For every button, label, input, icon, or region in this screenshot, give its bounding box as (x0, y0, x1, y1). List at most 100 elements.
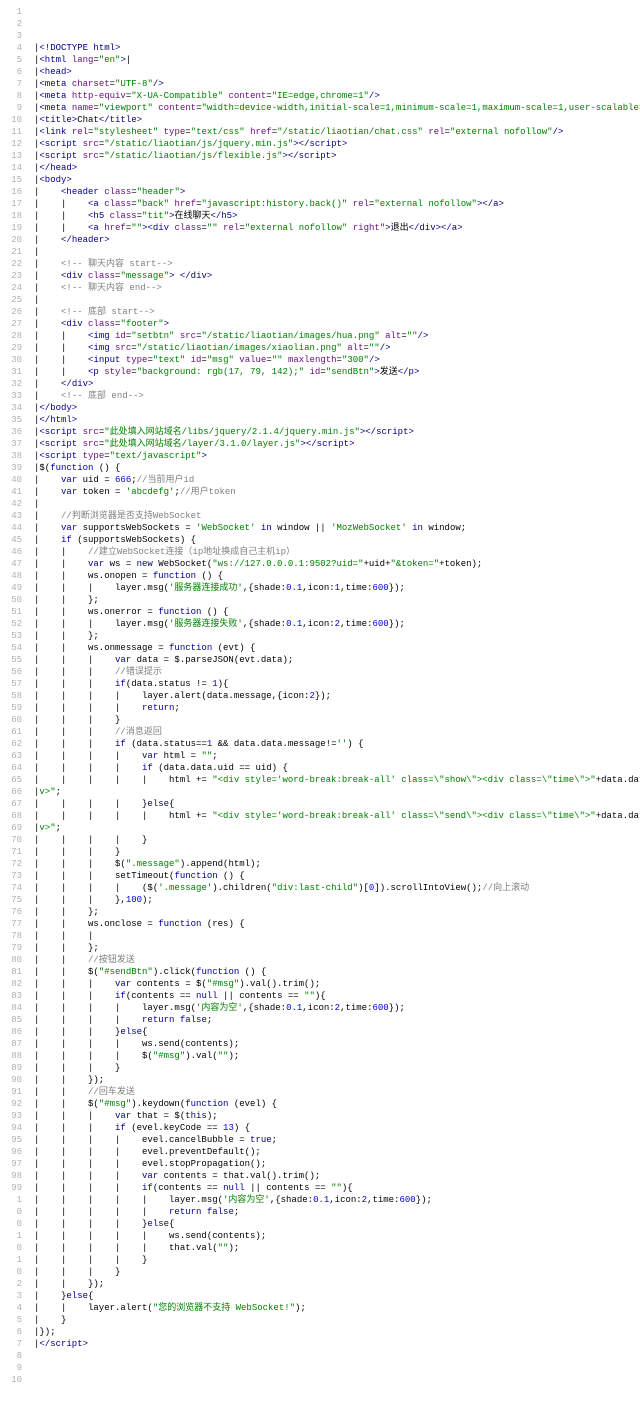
code-line: 21| (0, 246, 640, 258)
line-number: 23 (0, 270, 34, 282)
code-line: 64| | | | if (data.data.uid == uid) { (0, 762, 640, 774)
line-number: 86 (0, 1026, 34, 1038)
code-line: 99| | | | if(contents == null || content… (0, 1182, 640, 1194)
code-line: 55| | | var data = $.parseJSON(evt.data)… (0, 654, 640, 666)
code-text: | <div class="message"> </div> (34, 271, 212, 281)
line-number: 0 (0, 1266, 34, 1278)
line-number: 39 (0, 462, 34, 474)
line-number: 63 (0, 750, 34, 762)
code-line: 70| | | | } (0, 834, 640, 846)
line-number: 16 (0, 186, 34, 198)
code-line: 49| | | layer.msg('服务器连接成功',{shade:0.1,i… (0, 582, 640, 594)
line-number: 94 (0, 1122, 34, 1134)
line-number: 84 (0, 1002, 34, 1014)
code-line: 9 (0, 1362, 640, 1374)
code-text: | | //建立WebSocket连接（ip地址换成自己主机ip） (34, 547, 295, 557)
code-text: | | | } (34, 715, 120, 725)
code-text: | | | | var html = ""; (34, 751, 218, 761)
line-number: 81 (0, 966, 34, 978)
code-text: |</script> (34, 1339, 88, 1349)
code-line: 40| var uid = 666;//当前用户id (0, 474, 640, 486)
code-text: | | | | if (data.data.uid == uid) { (34, 763, 288, 773)
line-number: 80 (0, 954, 34, 966)
line-number: 68 (0, 810, 34, 822)
code-line: 39|$(function () { (0, 462, 640, 474)
line-number: 3 (0, 1290, 34, 1302)
code-line: 63| | | | var html = ""; (0, 750, 640, 762)
line-number: 3 (0, 30, 34, 42)
code-line: 74| | | | ($('.message').children("div:l… (0, 882, 640, 894)
line-number: 50 (0, 594, 34, 606)
code-text: | | | | evel.stopPropagation(); (34, 1159, 266, 1169)
line-number: 7 (0, 1338, 34, 1350)
line-number: 1 (0, 1230, 34, 1242)
code-line: 3| }else{ (0, 1290, 640, 1302)
code-line: 35|</html> (0, 414, 640, 426)
code-line: 53| | }; (0, 630, 640, 642)
code-line: 1| | | | | layer.msg('内容为空',{shade:0.1,i… (0, 1194, 640, 1206)
code-line: 84| | | | layer.msg('内容为空',{shade:0.1,ic… (0, 1002, 640, 1014)
code-line: 4| | layer.alert("您的浏览器不支持 WebSocket!"); (0, 1302, 640, 1314)
line-number: 53 (0, 630, 34, 642)
code-text: | var uid = 666;//当前用户id (34, 475, 194, 485)
line-number: 40 (0, 474, 34, 486)
code-text: | | | } (34, 847, 120, 857)
line-number: 98 (0, 1170, 34, 1182)
code-line: 51| | ws.onerror = function () { (0, 606, 640, 618)
line-number: 69 (0, 822, 34, 834)
line-number: 19 (0, 222, 34, 234)
code-text: |<meta name="viewport" content="width=de… (34, 103, 640, 113)
code-line: 41| var token = 'abcdefg';//用户token (0, 486, 640, 498)
code-text: | | ws.onclose = function (res) { (34, 919, 245, 929)
code-text: |<script src="/static/liaotian/js/flexib… (34, 151, 336, 161)
code-line: 43| //判断浏览器是否支持WebSocket (0, 510, 640, 522)
line-number: 1 (0, 1254, 34, 1266)
line-number: 77 (0, 918, 34, 930)
line-number: 2 (0, 1278, 34, 1290)
line-number: 57 (0, 678, 34, 690)
code-line: 65| | | | | html += "<div style='word-br… (0, 774, 640, 786)
code-line: 26| <!-- 底部 start--> (0, 306, 640, 318)
code-line: 72| | | $(".message").append(html); (0, 858, 640, 870)
code-text: | | }); (34, 1075, 104, 1085)
code-text: | | | },100); (34, 895, 153, 905)
line-number: 73 (0, 870, 34, 882)
code-line: 78| | | (0, 930, 640, 942)
code-text: |</body> (34, 403, 77, 413)
code-line: 60| | | } (0, 714, 640, 726)
line-number: 4 (0, 42, 34, 54)
code-text: | | | $(".message").append(html); (34, 859, 261, 869)
line-number: 29 (0, 342, 34, 354)
code-line: 42| (0, 498, 640, 510)
code-text: | | }); (34, 1279, 104, 1289)
code-line: 0| | | | | return false; (0, 1206, 640, 1218)
code-line: 12|<script src="/static/liaotian/js/jque… (0, 138, 640, 150)
line-number: 15 (0, 174, 34, 186)
code-text: |<script src="/static/liaotian/js/jquery… (34, 139, 347, 149)
code-text: | | | | | html += "<div style='word-brea… (34, 811, 640, 821)
code-text: | | | | } (34, 1255, 147, 1265)
code-line: 48| | ws.onopen = function () { (0, 570, 640, 582)
code-line: 73| | | setTimeout(function () { (0, 870, 640, 882)
code-line: 15|<body> (0, 174, 640, 186)
code-text: | | | if(data.status != 1){ (34, 679, 228, 689)
line-number: 49 (0, 582, 34, 594)
code-text: |<script src="此处填入网站域名/layer/3.1.0/layer… (34, 439, 354, 449)
code-line: 1| | | | | ws.send(contents); (0, 1230, 640, 1242)
line-number: 24 (0, 282, 34, 294)
code-text: |<meta charset="UTF-8"/> (34, 79, 164, 89)
code-text: | | }; (34, 943, 99, 953)
code-line: 87| | | | ws.send(contents); (0, 1038, 640, 1050)
code-line: 2| | }); (0, 1278, 640, 1290)
code-text: |<head> (34, 67, 72, 77)
line-number: 5 (0, 1314, 34, 1326)
code-text: | | | | $("#msg").val(""); (34, 1051, 239, 1061)
code-line: 61| | | //消息返回 (0, 726, 640, 738)
line-number: 28 (0, 330, 34, 342)
code-line: 88| | | | $("#msg").val(""); (0, 1050, 640, 1062)
line-number: 42 (0, 498, 34, 510)
code-text: | | }; (34, 595, 99, 605)
line-number: 87 (0, 1038, 34, 1050)
code-text: | //判断浏览器是否支持WebSocket (34, 511, 201, 521)
code-text: | (34, 295, 39, 305)
